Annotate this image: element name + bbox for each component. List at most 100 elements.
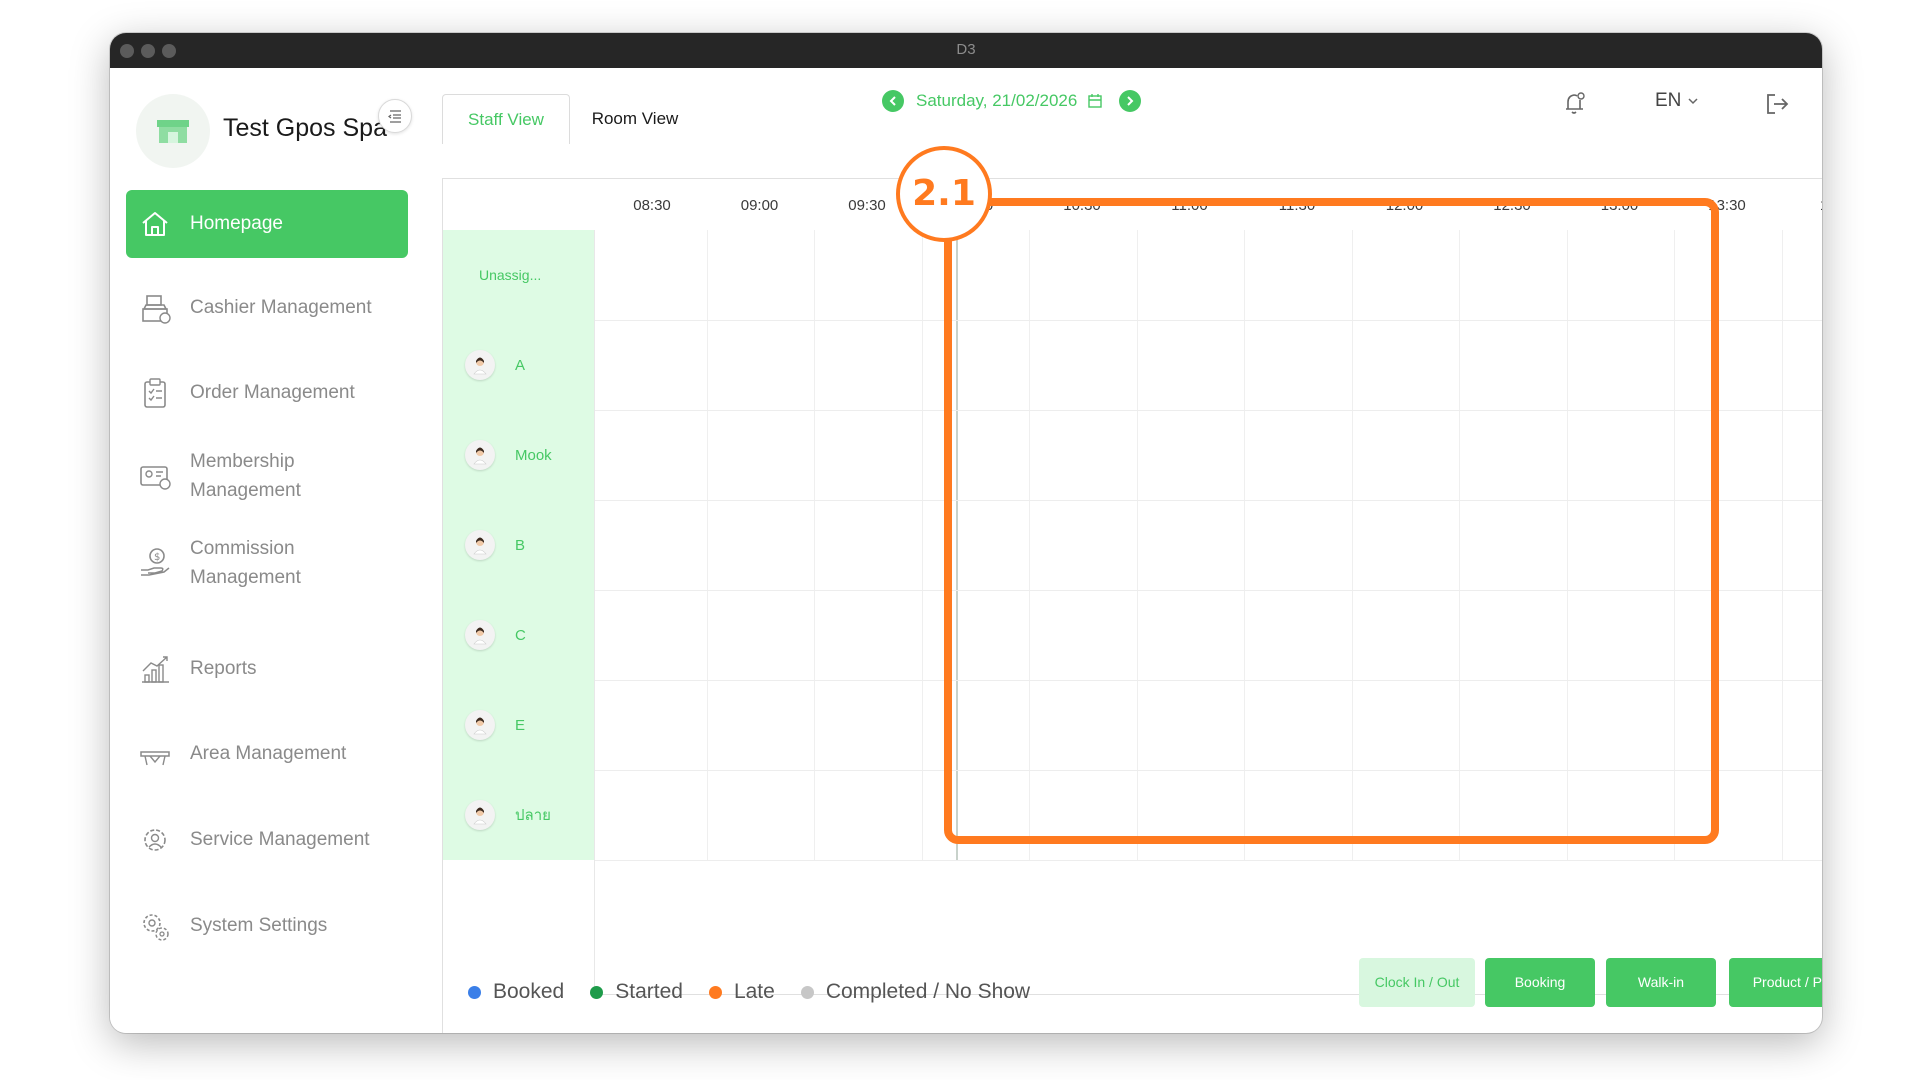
service-gear-icon	[144, 829, 166, 851]
person-icon	[473, 357, 487, 375]
person-icon	[473, 627, 487, 645]
grid-column-line	[706, 230, 708, 860]
staff-name: Mook	[515, 446, 552, 464]
legend-label: Booked	[493, 980, 565, 1003]
settings-gear-icon	[143, 914, 169, 941]
sidebar-item-label: Commission Management	[190, 538, 301, 588]
sidebar-item-label: Area Management	[190, 743, 347, 764]
staff-row-c[interactable]: C	[443, 590, 594, 680]
sidebar-item-membership-management[interactable]: Membership Management	[126, 433, 408, 519]
person-icon	[473, 717, 487, 735]
sidebar-item-homepage[interactable]: Homepage	[126, 190, 408, 258]
chevron-left-icon	[889, 96, 896, 106]
legend-started: Started	[590, 980, 683, 1004]
tab-room-view[interactable]: Room View	[575, 94, 695, 144]
money-hand-icon: $	[141, 548, 170, 576]
staff-row-b[interactable]: B	[443, 500, 594, 590]
cash-register-icon	[142, 295, 171, 324]
collapse-menu-icon	[388, 110, 401, 123]
sidebar-item-label: Service Management	[190, 829, 370, 850]
person-icon	[473, 447, 487, 465]
chevron-right-icon	[1127, 96, 1134, 106]
grid-column-line	[1781, 230, 1783, 860]
sidebar-collapse-button[interactable]	[378, 99, 412, 133]
language-selector[interactable]: EN	[1655, 90, 1699, 112]
time-label: 09:30	[848, 197, 886, 214]
sidebar-item-label: Homepage	[190, 213, 283, 234]
previous-day-button[interactable]	[882, 90, 904, 112]
product-package-button[interactable]: Product / Packge	[1729, 958, 1822, 1007]
sidebar-item-commission-management[interactable]: $ Commission Management	[126, 520, 408, 606]
sidebar-item-label: System Settings	[190, 915, 328, 936]
legend-label: Started	[615, 980, 683, 1003]
staff-name: C	[515, 626, 526, 644]
staff-avatar	[465, 440, 495, 470]
staff-row-mook[interactable]: Mook	[443, 410, 594, 500]
clipboard-icon	[144, 378, 166, 408]
next-day-button[interactable]	[1119, 90, 1142, 112]
legend-dot	[590, 985, 604, 999]
grid-column-line	[921, 230, 923, 860]
sidebar-item-label: Membership Management	[190, 451, 301, 501]
grid-column-line	[814, 230, 816, 860]
brand-name: Test Gpos Spa	[223, 114, 387, 142]
staff-avatar	[465, 350, 495, 380]
legend-label: Completed / No Show	[825, 980, 1031, 1003]
legend-completed: Completed / No Show	[800, 980, 1031, 1004]
staff-row-plai[interactable]: ปลาย	[443, 770, 594, 860]
staff-name: Unassig...	[479, 267, 542, 283]
staff-avatar	[465, 530, 495, 560]
grid-row-line	[595, 860, 1822, 861]
booking-button[interactable]: Booking	[1485, 958, 1595, 1007]
legend-late: Late	[708, 980, 775, 1004]
staff-column: Unassig... A Mook B C E ปลาย	[443, 230, 594, 860]
staff-row-unassigned[interactable]: Unassig...	[443, 230, 594, 320]
calendar-icon[interactable]	[1087, 93, 1103, 109]
member-card-icon	[140, 466, 171, 490]
time-label: 08:30	[633, 197, 671, 214]
sidebar-item-cashier-management[interactable]: Cashier Management	[126, 274, 408, 342]
annotation-step-badge: 2.1	[896, 146, 992, 242]
staff-avatar	[465, 800, 495, 830]
title-bar: D3	[110, 33, 1822, 68]
sidebar-item-area-management[interactable]: Area Management	[126, 720, 408, 788]
sidebar-item-order-management[interactable]: Order Management	[126, 359, 408, 427]
chart-icon	[142, 656, 169, 683]
window-title: D3	[956, 41, 976, 58]
staff-row-e[interactable]: E	[443, 680, 594, 770]
time-label: 14:0	[1820, 197, 1822, 214]
clock-in-out-button[interactable]: Clock In / Out	[1359, 958, 1475, 1007]
walk-in-button[interactable]: Walk-in	[1606, 958, 1716, 1007]
legend-dot	[468, 985, 481, 999]
sidebar-item-label: Order Management	[190, 382, 355, 403]
legend-booked: Booked	[468, 980, 564, 1004]
sidebar-item-system-settings[interactable]: System Settings	[126, 892, 408, 960]
status-legend: Booked Started Late Completed / No Show	[468, 980, 1056, 1004]
chevron-down-icon	[1688, 98, 1698, 105]
sidebar-item-service-management[interactable]: Service Management	[126, 806, 408, 874]
staff-avatar	[465, 710, 495, 740]
shop-icon	[157, 120, 189, 143]
svg-text:$: $	[154, 552, 160, 563]
annotation-highlight	[944, 198, 1719, 844]
time-label: 09:00	[740, 197, 779, 214]
staff-name: A	[515, 356, 526, 374]
tab-staff-view[interactable]: Staff View	[442, 94, 570, 144]
person-icon	[473, 537, 487, 555]
legend-label: Late	[733, 980, 775, 1003]
date-navigator: Saturday, 21/02/2026	[882, 86, 1142, 116]
staff-avatar	[465, 620, 495, 650]
notification-bell-icon[interactable]	[1562, 90, 1588, 116]
logout-icon[interactable]	[1763, 90, 1791, 118]
sidebar: Test Gpos Spa Homepage Cashier Managemen…	[110, 68, 423, 1033]
staff-row-a[interactable]: A	[443, 320, 594, 410]
language-value: EN	[1655, 90, 1682, 111]
sidebar-item-reports[interactable]: Reports	[126, 635, 408, 703]
staff-name: ปลาย	[515, 807, 551, 824]
staff-name: E	[515, 716, 526, 734]
brand-logo	[136, 94, 210, 168]
sidebar-item-label: Cashier Management	[190, 297, 372, 318]
current-date[interactable]: Saturday, 21/02/2026	[916, 91, 1077, 111]
legend-dot	[708, 985, 722, 999]
sidebar-item-label: Reports	[190, 658, 257, 679]
